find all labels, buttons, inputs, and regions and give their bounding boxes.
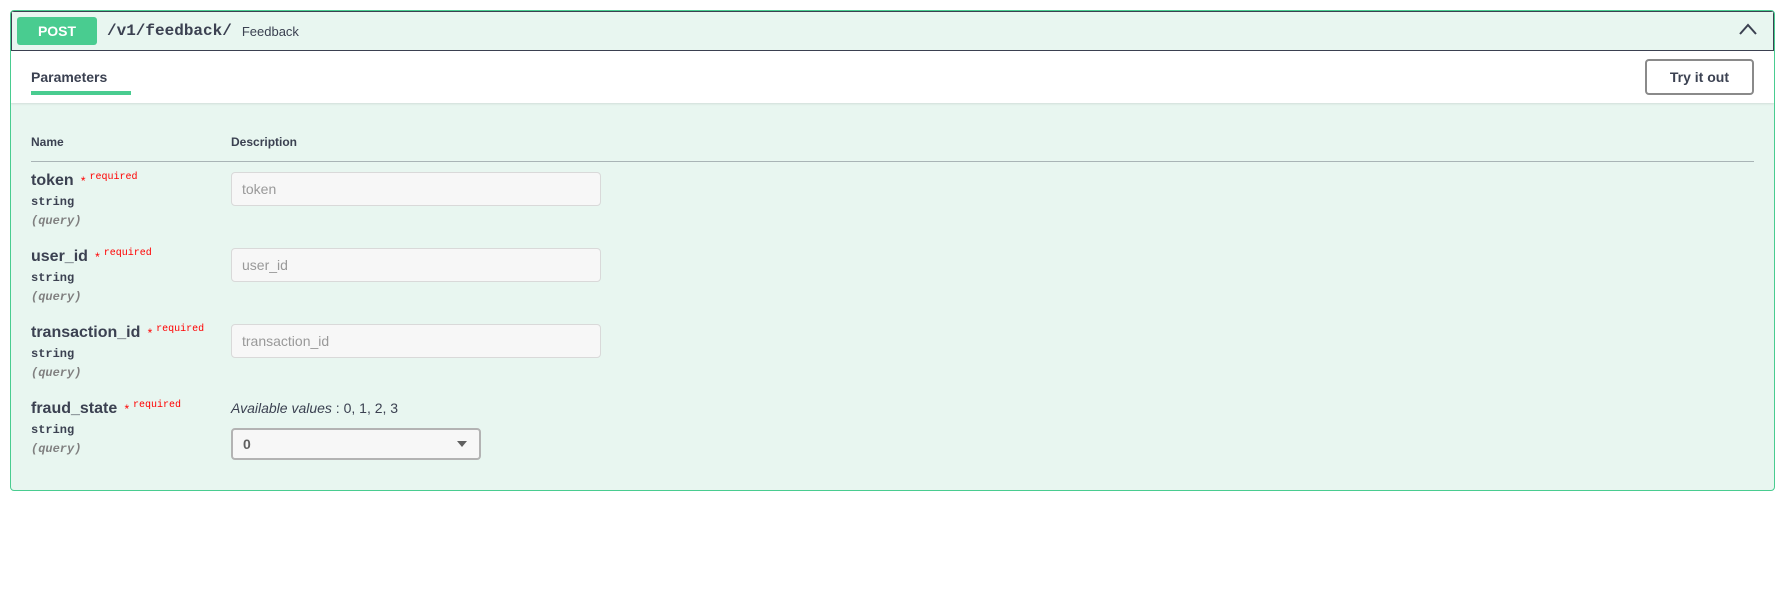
opblock-body: Parameters Try it out Name Description [11,51,1774,490]
param-in: (query) [31,214,231,228]
available-values-label: Available values [231,400,332,416]
param-name: fraud_state [31,400,117,417]
param-in: (query) [31,366,231,380]
parameter-row: user_id * required string (query) [31,238,1754,314]
endpoint-path: /v1/feedback/ [97,22,242,40]
param-type: string [31,342,231,366]
try-it-out-button[interactable]: Try it out [1645,59,1754,95]
transaction-id-input[interactable] [231,324,601,358]
param-name: token [31,172,74,189]
parameter-row: token * required string (query) [31,162,1754,239]
param-type: string [31,190,231,214]
tab-underline [31,91,131,95]
available-values: Available values : 0, 1, 2, 3 [231,400,1754,416]
fraud-state-select[interactable]: 0 [231,428,481,460]
required-star-icon: * [144,326,152,340]
param-name: user_id [31,248,88,265]
section-header: Parameters Try it out [11,51,1774,103]
param-in: (query) [31,442,231,456]
param-in: (query) [31,290,231,304]
required-label: required [104,243,152,259]
required-star-icon: * [121,402,129,416]
required-label: required [133,395,181,411]
required-star-icon: * [78,174,86,188]
opblock-summary[interactable]: POST /v1/feedback/ Feedback [11,11,1774,51]
required-label: required [156,319,204,335]
param-name: transaction_id [31,324,140,341]
parameter-row: transaction_id * required string (query) [31,314,1754,390]
endpoint-summary: Feedback [242,24,1738,39]
param-type: string [31,418,231,442]
column-header-description: Description [231,123,1754,162]
user-id-input[interactable] [231,248,601,282]
opblock-post: POST /v1/feedback/ Feedback Parameters T… [10,10,1775,491]
column-header-name: Name [31,123,231,162]
parameters-tab[interactable]: Parameters [31,59,131,95]
collapse-arrow-icon[interactable] [1738,20,1758,43]
parameters-container: Name Description token * required [11,103,1774,490]
param-type: string [31,266,231,290]
parameter-row: fraud_state * required string (query) Av… [31,390,1754,470]
token-input[interactable] [231,172,601,206]
required-star-icon: * [92,250,100,264]
available-values-list: : 0, 1, 2, 3 [332,400,398,416]
required-label: required [89,167,137,183]
http-method-badge: POST [17,17,97,45]
